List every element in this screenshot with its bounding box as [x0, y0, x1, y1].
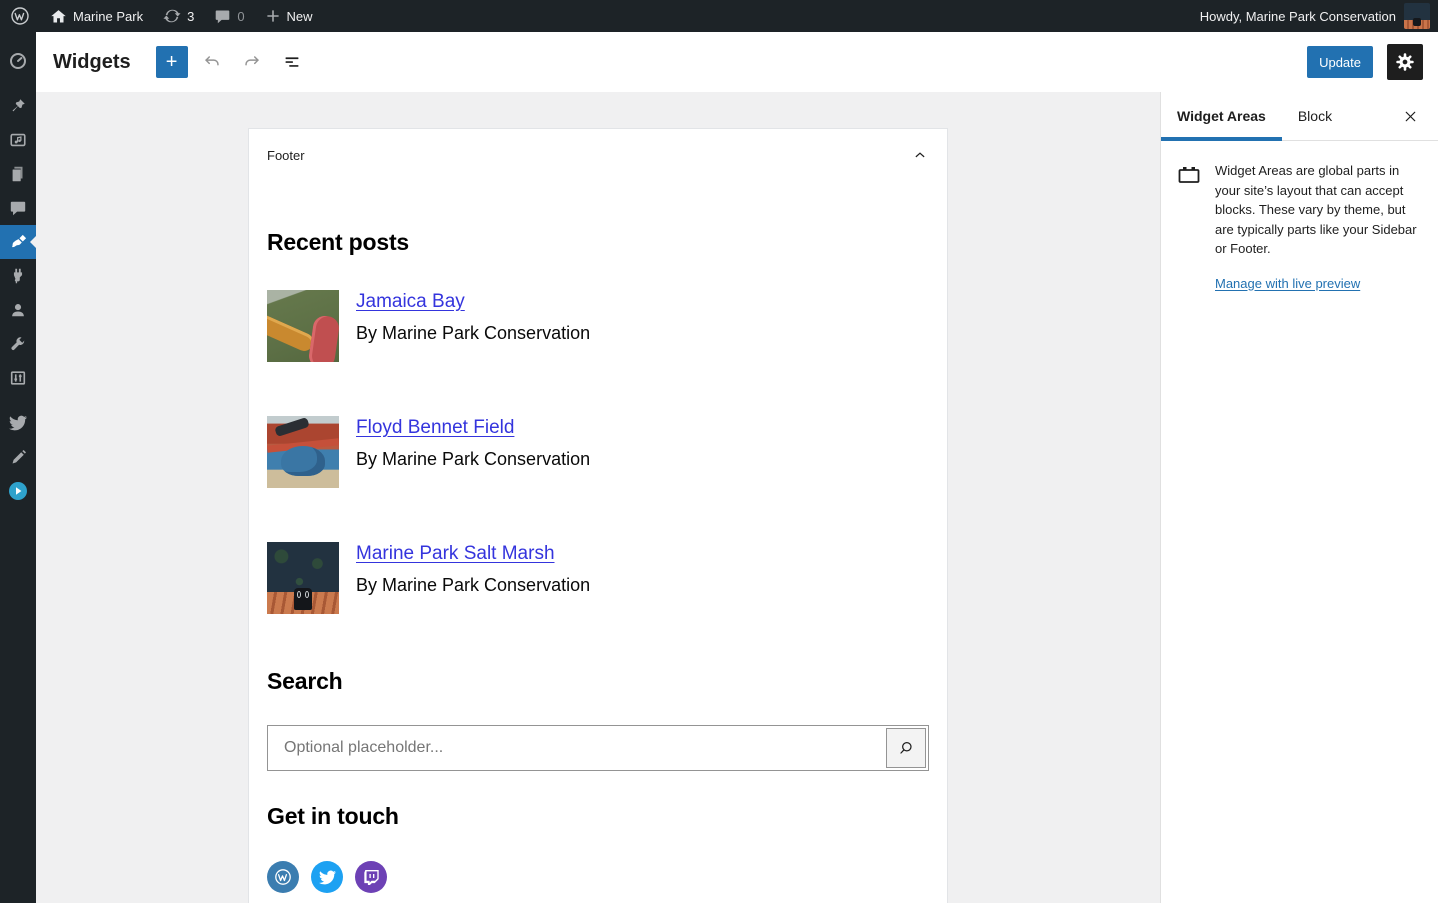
pages-icon	[9, 165, 27, 183]
redo-button[interactable]	[236, 46, 268, 78]
post-row: Marine Park Salt Marsh By Marine Park Co…	[267, 542, 929, 614]
pencil-icon	[10, 449, 27, 466]
list-view-button[interactable]	[276, 46, 308, 78]
close-icon	[1402, 108, 1419, 125]
widget-areas-icon	[1177, 163, 1201, 187]
post-link[interactable]: Marine Park Salt Marsh	[356, 543, 555, 565]
inspector-tabs: Widget Areas Block	[1161, 92, 1438, 141]
social-links-block	[267, 861, 929, 893]
widget-area-title: Footer	[267, 148, 305, 163]
comments-bubble-icon	[9, 199, 27, 217]
play-circle-icon	[8, 481, 28, 501]
paintbrush-icon	[9, 233, 28, 252]
page-title: Widgets	[53, 51, 131, 74]
tab-widget-areas[interactable]: Widget Areas	[1161, 92, 1282, 140]
update-button[interactable]: Update	[1307, 46, 1373, 78]
settings-toggle-button[interactable]	[1387, 44, 1423, 80]
settings-sidebar: Widget Areas Block Widget Areas are glob…	[1160, 92, 1438, 903]
settings-sliders-icon	[9, 369, 27, 387]
block-inserter-button[interactable]: +	[156, 46, 188, 78]
post-thumbnail-salt-marsh	[267, 542, 339, 614]
admin-side-menu	[0, 32, 36, 903]
post-byline: By Marine Park Conservation	[356, 449, 590, 470]
widget-area-panel-header[interactable]: Footer	[249, 129, 947, 181]
new-label: New	[287, 9, 313, 24]
sidebar-item-dashboard[interactable]	[0, 44, 36, 78]
sidebar-item-comments[interactable]	[0, 191, 36, 225]
editor-header: Widgets + Update	[36, 32, 1438, 92]
sidebar-item-settings[interactable]	[0, 361, 36, 395]
sidebar-item-media[interactable]	[0, 123, 36, 157]
twitter-social-icon	[319, 869, 336, 886]
twitch-social-icon	[364, 870, 379, 885]
search-block	[267, 725, 929, 771]
sidebar-item-twitter-plugin[interactable]	[0, 406, 36, 440]
comments-icon	[214, 8, 231, 25]
get-in-touch-heading: Get in touch	[267, 803, 929, 830]
post-byline: By Marine Park Conservation	[356, 323, 590, 344]
social-link-wordpress[interactable]	[267, 861, 299, 893]
comments-count: 0	[237, 9, 244, 24]
post-row: Jamaica Bay By Marine Park Conservation	[267, 290, 929, 362]
plus-icon	[265, 8, 281, 24]
search-input[interactable]	[267, 725, 929, 771]
social-link-twitch[interactable]	[355, 861, 387, 893]
post-link[interactable]: Floyd Bennet Field	[356, 417, 514, 439]
user-avatar[interactable]	[1404, 3, 1430, 29]
search-heading: Search	[267, 668, 929, 695]
sidebar-item-posts[interactable]	[0, 89, 36, 123]
manage-live-preview-link[interactable]: Manage with live preview	[1215, 276, 1360, 291]
admin-bar: Marine Park 3 0 New Howdy, Marine Park C…	[0, 0, 1438, 32]
sidebar-item-video-plugin[interactable]	[0, 474, 36, 508]
undo-button[interactable]	[196, 46, 228, 78]
updates-count: 3	[187, 9, 194, 24]
sidebar-item-plugins[interactable]	[0, 259, 36, 293]
media-icon	[9, 131, 27, 149]
post-link[interactable]: Jamaica Bay	[356, 291, 465, 313]
widget-areas-description: Widget Areas are global parts in your si…	[1215, 161, 1421, 259]
post-thumbnail-jamaica-bay	[267, 290, 339, 362]
post-row: Floyd Bennet Field By Marine Park Conser…	[267, 416, 929, 488]
redo-icon	[241, 51, 263, 73]
wrench-icon	[9, 335, 27, 353]
updates-menu[interactable]: 3	[153, 0, 204, 32]
search-icon	[896, 738, 916, 758]
user-icon	[9, 301, 27, 319]
howdy-text[interactable]: Howdy, Marine Park Conservation	[1200, 9, 1396, 24]
list-view-icon	[281, 51, 303, 73]
tab-block[interactable]: Block	[1282, 92, 1348, 140]
updates-icon	[163, 7, 181, 25]
sidebar-item-pages[interactable]	[0, 157, 36, 191]
search-submit-button[interactable]	[886, 728, 926, 768]
social-link-twitter[interactable]	[311, 861, 343, 893]
comments-menu[interactable]: 0	[204, 0, 254, 32]
pin-icon	[9, 97, 27, 115]
post-byline: By Marine Park Conservation	[356, 575, 590, 596]
wordpress-logo-icon	[10, 6, 30, 26]
wordpress-social-icon	[273, 867, 293, 887]
home-icon	[50, 8, 67, 25]
sidebar-item-appearance[interactable]	[0, 225, 36, 259]
site-menu[interactable]: Marine Park	[40, 0, 153, 32]
sidebar-item-users[interactable]	[0, 293, 36, 327]
gear-icon	[1394, 51, 1416, 73]
site-name: Marine Park	[73, 9, 143, 24]
widget-area-panel-footer: Footer Recent posts Jamaica Bay By Marin…	[248, 128, 948, 903]
undo-icon	[201, 51, 223, 73]
close-settings-button[interactable]	[1394, 100, 1426, 132]
sidebar-item-tools[interactable]	[0, 327, 36, 361]
editor-canvas: Footer Recent posts Jamaica Bay By Marin…	[36, 92, 1160, 903]
twitter-icon	[9, 414, 27, 432]
recent-posts-heading: Recent posts	[267, 229, 929, 256]
wordpress-logo-menu[interactable]	[0, 0, 40, 32]
dashboard-icon	[8, 51, 28, 71]
sidebar-item-editor-plugin[interactable]	[0, 440, 36, 474]
plugin-icon	[9, 267, 27, 285]
post-thumbnail-floyd-bennet-field	[267, 416, 339, 488]
new-menu[interactable]: New	[255, 0, 323, 32]
chevron-up-icon	[911, 146, 929, 164]
